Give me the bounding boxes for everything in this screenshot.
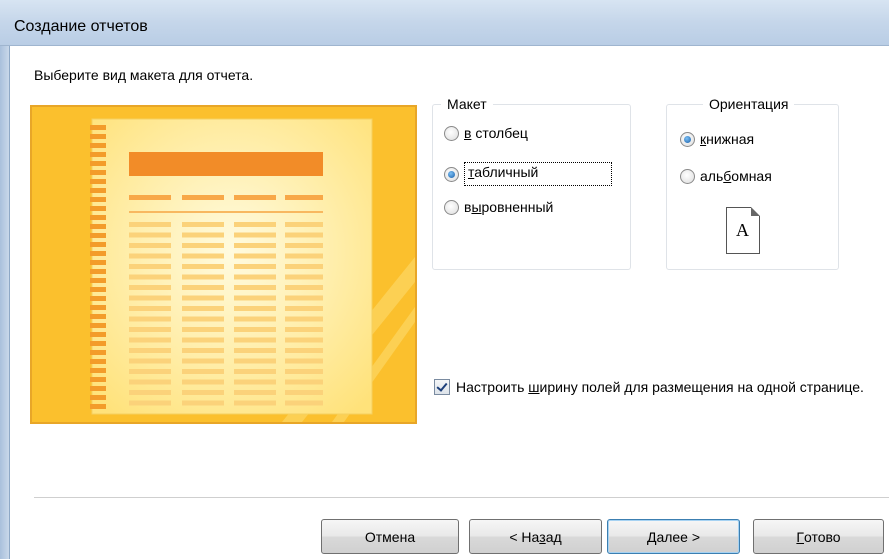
radio-indicator <box>680 131 695 147</box>
fit-fields-checkbox-row[interactable]: Настроить ширину полей для размещения на… <box>434 377 886 398</box>
fit-fields-checkbox[interactable] <box>434 379 450 395</box>
radio-indicator <box>444 199 459 215</box>
orientation-group-legend: Ориентация <box>703 96 795 112</box>
title-bar[interactable]: Создание отчетов <box>0 0 889 46</box>
footer-separator <box>34 497 889 499</box>
orientation-radio-landscape[interactable]: альбомная <box>680 168 772 184</box>
instruction-text: Выберите вид макета для отчета. <box>34 67 254 83</box>
layout-radio-justified[interactable]: выровненный <box>444 199 553 215</box>
radio-label: табличный <box>464 162 612 186</box>
window-title: Создание отчетов <box>14 18 148 35</box>
fit-fields-label: Настроить ширину полей для размещения на… <box>456 379 864 395</box>
radio-label: в столбец <box>464 125 528 141</box>
layout-preview-image <box>30 105 417 424</box>
portrait-page-icon: A <box>726 207 760 254</box>
page-icon-letter: A <box>736 220 749 240</box>
next-button[interactable]: Далее > <box>607 519 740 554</box>
radio-indicator <box>444 125 459 141</box>
layout-group-legend: Макет <box>441 96 493 112</box>
back-button[interactable]: < На з ад <box>469 519 602 554</box>
radio-indicator <box>444 166 459 182</box>
layout-radio-tabular[interactable]: табличный <box>444 162 612 186</box>
orientation-radio-portrait[interactable]: книжная <box>680 131 754 147</box>
radio-indicator <box>680 168 695 184</box>
finish-button[interactable]: Готово <box>753 519 884 554</box>
radio-label: выровненный <box>464 199 554 215</box>
cancel-button[interactable]: Отмена <box>321 519 459 554</box>
radio-label: альбомная <box>700 168 772 184</box>
layout-radio-columnar[interactable]: в столбец <box>444 125 528 141</box>
radio-label: книжная <box>700 131 755 147</box>
window-left-border <box>0 46 10 559</box>
